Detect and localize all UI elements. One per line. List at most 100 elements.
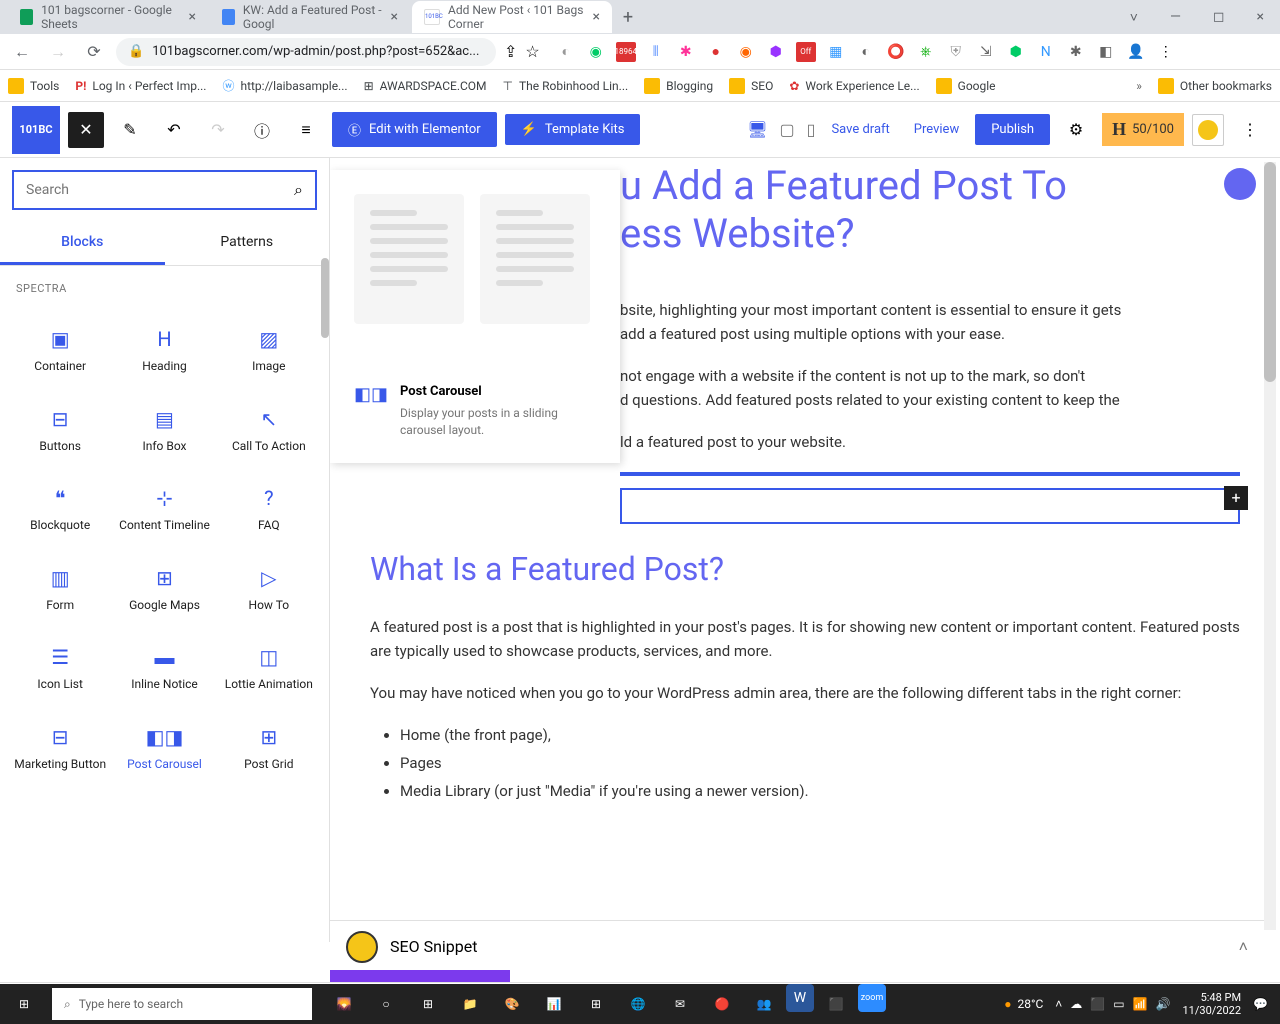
bookmark-blogging[interactable]: Blogging bbox=[644, 78, 713, 94]
mail-icon[interactable]: ✉ bbox=[660, 984, 700, 1024]
tab-patterns[interactable]: Patterns bbox=[165, 222, 330, 265]
ext-icon[interactable]: ✱ bbox=[676, 42, 696, 62]
template-kits-button[interactable]: ⚡Template Kits bbox=[505, 114, 641, 145]
edit-elementor-button[interactable]: ⒺEdit with Elementor bbox=[332, 112, 497, 147]
app-icon[interactable]: 🌄 bbox=[324, 984, 364, 1024]
volume-icon[interactable]: 🔊 bbox=[1156, 997, 1171, 1011]
ext-icon[interactable]: ◐ bbox=[556, 42, 576, 62]
chrome-icon[interactable]: 🔴 bbox=[702, 984, 742, 1024]
options-icon[interactable]: ⋮ bbox=[1232, 112, 1268, 148]
ext-icon[interactable]: ⭕ bbox=[886, 42, 906, 62]
editor-content[interactable]: ◧◨ Post Carousel Display your posts in a… bbox=[330, 158, 1280, 942]
seo-score-badge[interactable]: H50/100 bbox=[1102, 113, 1184, 146]
insert-indicator[interactable] bbox=[620, 472, 1240, 476]
overflow-icon[interactable]: » bbox=[1136, 79, 1142, 93]
bookmark-laiba[interactable]: ⓦhttp://laibasample... bbox=[222, 77, 347, 94]
close-window-icon[interactable]: × bbox=[1249, 5, 1272, 30]
block-blockquote[interactable]: ❝Blockquote bbox=[8, 470, 112, 550]
paragraph[interactable]: ld a featured post to your website. bbox=[620, 430, 1240, 454]
chevron-up-icon[interactable]: ˄ bbox=[1239, 937, 1248, 957]
ext-icon[interactable]: ⫴ bbox=[646, 42, 666, 62]
bullet-list[interactable]: Home (the front page), Pages Media Libra… bbox=[400, 723, 1240, 803]
search-icon[interactable]: ⌕ bbox=[294, 180, 303, 200]
wifi-icon[interactable]: 📶 bbox=[1133, 997, 1148, 1011]
app-icon[interactable]: 📁 bbox=[450, 984, 490, 1024]
heading-2[interactable]: What Is a Featured Post? bbox=[370, 544, 1240, 595]
ext-icon[interactable]: ⬢ bbox=[1006, 42, 1026, 62]
extensions-icon[interactable]: ✱ bbox=[1066, 42, 1086, 62]
outline-button[interactable]: ≡ bbox=[288, 112, 324, 148]
ext-icon[interactable]: ⎈ bbox=[916, 42, 936, 62]
block-container[interactable]: ▣Container bbox=[8, 311, 112, 391]
bookmark-work[interactable]: ✿Work Experience Le... bbox=[789, 79, 919, 93]
chevron-down-icon[interactable]: ˅ bbox=[1122, 5, 1146, 30]
block-faq[interactable]: ?FAQ bbox=[217, 470, 321, 550]
redo-button[interactable]: ↷ bbox=[200, 112, 236, 148]
mobile-icon[interactable]: ▯ bbox=[807, 120, 816, 139]
url-input[interactable]: 🔒 101bagscorner.com/wp-admin/post.php?po… bbox=[116, 38, 496, 66]
list-item[interactable]: Home (the front page), bbox=[400, 723, 1240, 747]
block-howto[interactable]: ▷How To bbox=[217, 550, 321, 630]
block-lottie[interactable]: ◫Lottie Animation bbox=[217, 629, 321, 709]
help-badge[interactable] bbox=[1224, 168, 1256, 200]
menu-icon[interactable]: ⋮ bbox=[1156, 42, 1176, 62]
block-postgrid[interactable]: ⊞Post Grid bbox=[217, 709, 321, 789]
close-icon[interactable]: × bbox=[391, 9, 398, 25]
bookmark-other[interactable]: Other bookmarks bbox=[1158, 78, 1272, 94]
ext-icon[interactable]: ◐ bbox=[856, 42, 876, 62]
settings-icon[interactable]: ⚙ bbox=[1058, 112, 1094, 148]
save-draft-link[interactable]: Save draft bbox=[823, 122, 897, 137]
undo-button[interactable]: ↶ bbox=[156, 112, 192, 148]
list-item[interactable]: Media Library (or just "Media" if you're… bbox=[400, 779, 1240, 803]
desktop-icon[interactable]: 🖥 bbox=[747, 120, 767, 139]
word-icon[interactable]: W bbox=[786, 984, 814, 1012]
publish-button[interactable]: Publish bbox=[975, 114, 1050, 145]
tray-icon[interactable]: ⬛ bbox=[1090, 997, 1105, 1011]
app-icon[interactable]: 📊 bbox=[534, 984, 574, 1024]
close-icon[interactable]: × bbox=[593, 9, 600, 25]
block-image[interactable]: ▨Image bbox=[217, 311, 321, 391]
app-icon[interactable]: 🎨 bbox=[492, 984, 532, 1024]
notifications-icon[interactable]: 💬 bbox=[1253, 997, 1268, 1011]
cloud-icon[interactable]: ☁ bbox=[1070, 997, 1082, 1011]
block-maps[interactable]: ⊞Google Maps bbox=[112, 550, 216, 630]
browser-tab-2[interactable]: KW: Add a Featured Post - Googl × bbox=[210, 1, 410, 33]
ext-icon[interactable]: ● bbox=[706, 42, 726, 62]
paragraph[interactable]: You may have noticed when you go to your… bbox=[370, 681, 1240, 705]
edge-icon[interactable]: 🌐 bbox=[618, 984, 658, 1024]
clock[interactable]: 5:48 PM 11/30/2022 bbox=[1183, 991, 1242, 1017]
reload-button[interactable]: ⟳ bbox=[80, 38, 108, 66]
cortana-icon[interactable]: ○ bbox=[366, 984, 406, 1024]
star-icon[interactable]: ☆ bbox=[525, 42, 539, 61]
block-iconlist[interactable]: ☰Icon List bbox=[8, 629, 112, 709]
gmail-badge-icon[interactable]: 18964 bbox=[616, 42, 636, 62]
avatar-icon[interactable]: 👤 bbox=[1126, 42, 1146, 62]
block-timeline[interactable]: ⊹Content Timeline bbox=[112, 470, 216, 550]
block-cta[interactable]: ↖Call To Action bbox=[217, 391, 321, 471]
block-heading[interactable]: HHeading bbox=[112, 311, 216, 391]
tablet-icon[interactable]: ▢ bbox=[780, 120, 795, 139]
block-buttons[interactable]: ⊟Buttons bbox=[8, 391, 112, 471]
block-marketing[interactable]: ⊟Marketing Button bbox=[8, 709, 112, 789]
sidepanel-icon[interactable]: ◧ bbox=[1096, 42, 1116, 62]
scrollbar-thumb[interactable] bbox=[1264, 162, 1276, 382]
list-item[interactable]: Pages bbox=[400, 751, 1240, 775]
back-button[interactable]: ← bbox=[8, 38, 36, 66]
app-icon[interactable]: ⬛ bbox=[816, 984, 856, 1024]
edit-icon[interactable]: ✎ bbox=[112, 112, 148, 148]
tab-blocks[interactable]: Blocks bbox=[0, 222, 165, 265]
start-button[interactable]: ⊞ bbox=[0, 984, 48, 1024]
block-infobox[interactable]: ▤Info Box bbox=[112, 391, 216, 471]
paragraph[interactable]: bsite, highlighting your most important … bbox=[620, 298, 1240, 346]
ext-icon[interactable]: ▦ bbox=[826, 42, 846, 62]
ext-icon[interactable]: ⇲ bbox=[976, 42, 996, 62]
taskview-icon[interactable]: ⊞ bbox=[408, 984, 448, 1024]
bookmark-tools[interactable]: Tools bbox=[8, 78, 59, 94]
search-input[interactable] bbox=[26, 182, 294, 198]
forward-button[interactable]: → bbox=[44, 38, 72, 66]
scrollbar-thumb[interactable] bbox=[321, 258, 329, 338]
bookmark-award[interactable]: ⊞AWARDSPACE.COM bbox=[364, 79, 487, 93]
maximize-icon[interactable]: ◻ bbox=[1205, 5, 1233, 30]
zoom-icon[interactable]: zoom bbox=[858, 984, 886, 1012]
share-icon[interactable]: ⇪ bbox=[504, 42, 517, 61]
